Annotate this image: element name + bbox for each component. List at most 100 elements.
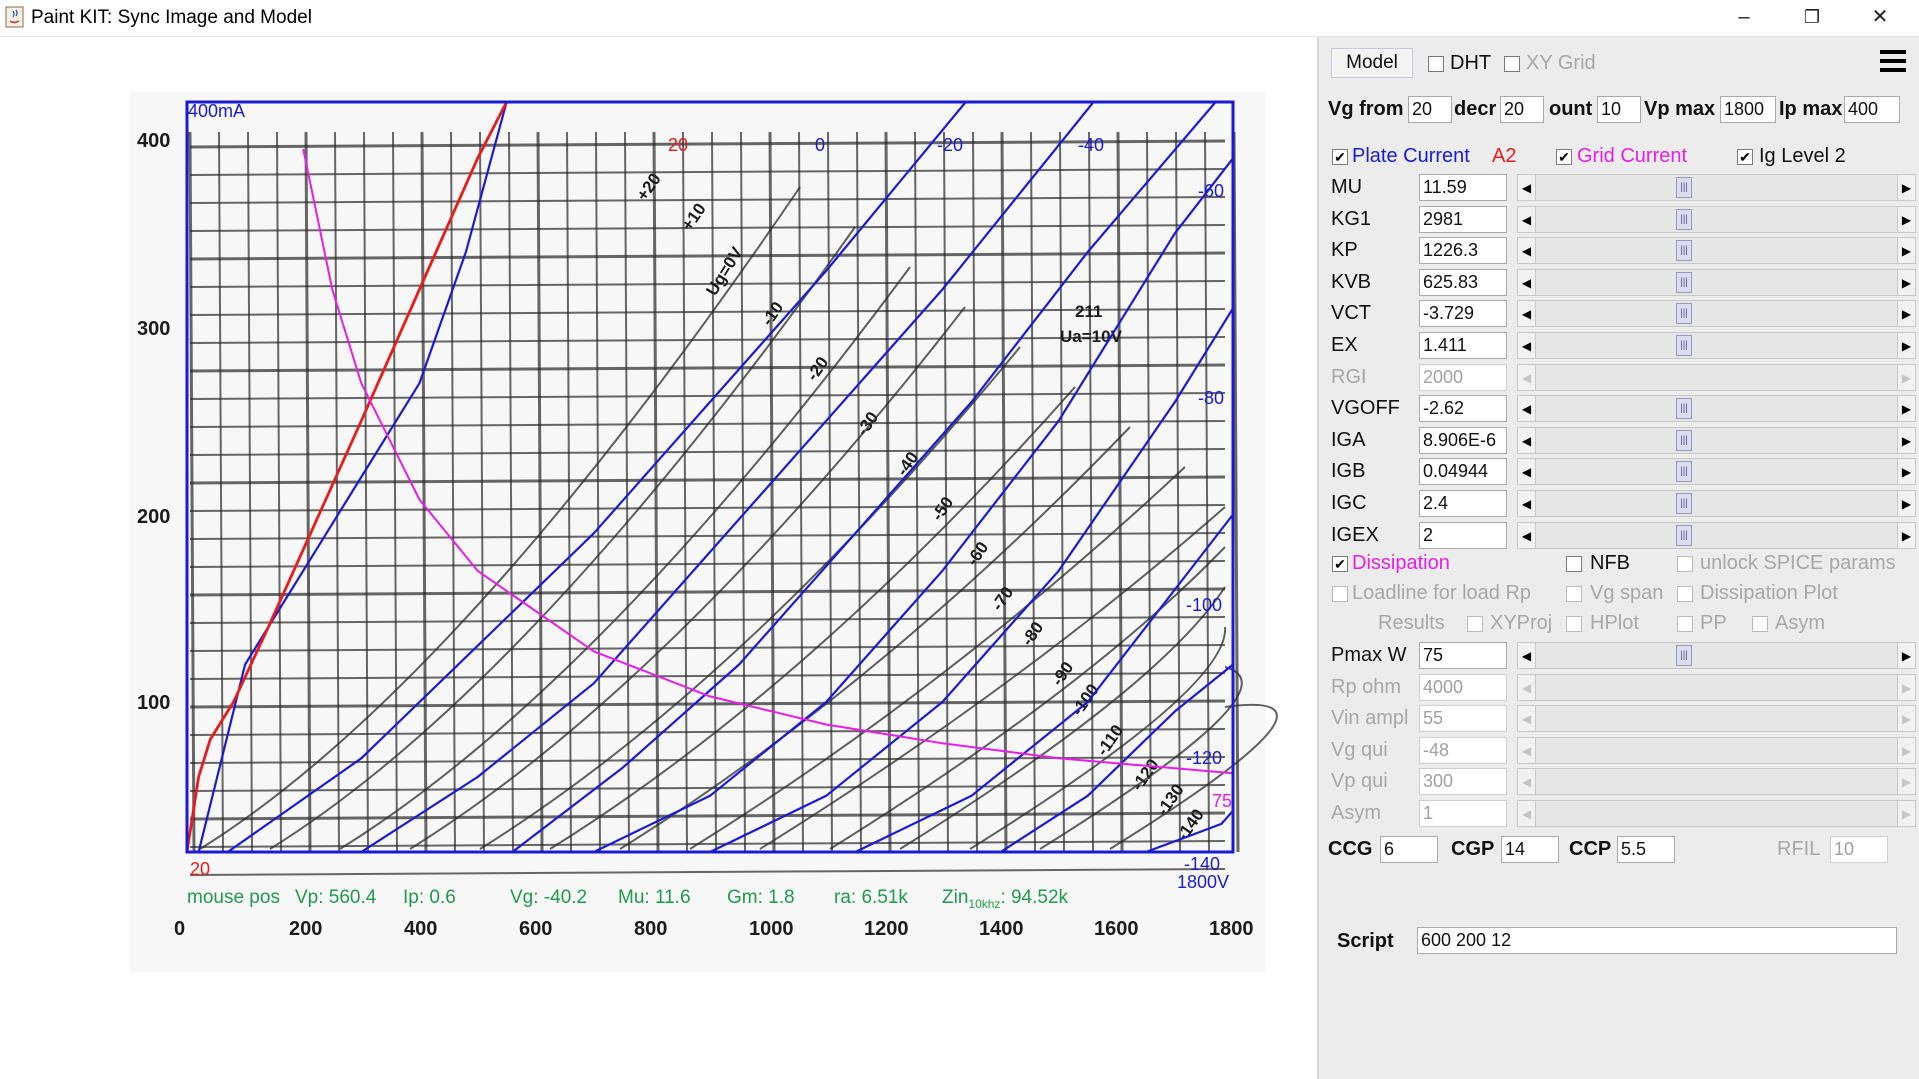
xy-grid-checkbox[interactable] [1504,56,1520,72]
slider-left-arrow-icon[interactable]: ◀ [1517,490,1536,517]
slider-left-arrow-icon[interactable]: ◀ [1517,426,1536,454]
param-slider[interactable]: ◀ ▶ [1517,705,1916,733]
dht-checkbox[interactable] [1428,56,1444,72]
param-input[interactable]: 300 [1419,768,1507,796]
slider-track[interactable]: ||| [1536,237,1897,265]
slider-right-arrow-icon[interactable]: ▶ [1897,642,1916,669]
slider-left-arrow-icon[interactable]: ◀ [1517,458,1536,486]
slider-left-arrow-icon[interactable]: ◀ [1517,205,1536,233]
slider-track[interactable] [1536,800,1897,827]
slider-left-arrow-icon[interactable]: ◀ [1517,332,1536,359]
ip-max-input[interactable]: 400 [1844,96,1900,123]
slider-track[interactable]: ||| [1536,268,1897,296]
slider-right-arrow-icon[interactable]: ▶ [1897,332,1916,359]
param-input[interactable]: 625.83 [1419,268,1507,296]
xyproj-checkbox[interactable] [1467,616,1483,632]
slider-thumb[interactable]: ||| [1676,303,1692,325]
slider-track[interactable]: ||| [1536,490,1897,517]
param-slider[interactable]: ◀ ||| ▶ [1517,458,1916,486]
slider-left-arrow-icon[interactable]: ◀ [1517,174,1536,201]
slider-right-arrow-icon[interactable]: ▶ [1897,300,1916,328]
dissipation-checkbox[interactable]: ✔ [1332,556,1348,572]
param-input[interactable]: -48 [1419,736,1507,764]
slider-right-arrow-icon[interactable]: ▶ [1897,458,1916,486]
param-slider[interactable]: ◀ ▶ [1517,363,1916,391]
loadline-checkbox[interactable] [1332,586,1348,602]
tube-curves-plot[interactable]: 4003002001000 200 400 600 800 1000 1200 1400 160… [0,37,1317,1079]
slider-right-arrow-icon[interactable]: ▶ [1897,736,1916,764]
ccp-input[interactable]: 5.5 [1617,836,1675,863]
slider-track[interactable] [1536,363,1897,391]
grid-current-checkbox[interactable]: ✔ [1556,149,1572,165]
param-slider[interactable]: ◀ ||| ▶ [1517,521,1916,549]
param-input[interactable]: 2 [1419,521,1507,549]
slider-right-arrow-icon[interactable]: ▶ [1897,268,1916,296]
slider-right-arrow-icon[interactable]: ▶ [1897,673,1916,701]
plate-current-checkbox[interactable]: ✔ [1332,149,1348,165]
slider-thumb[interactable]: ||| [1676,461,1692,483]
slider-track[interactable]: ||| [1536,521,1897,549]
slider-left-arrow-icon[interactable]: ◀ [1517,736,1536,764]
param-slider[interactable]: ◀ ||| ▶ [1517,268,1916,296]
slider-track[interactable]: ||| [1536,642,1897,669]
slider-track[interactable]: ||| [1536,395,1897,423]
param-slider[interactable]: ◀ ||| ▶ [1517,490,1916,517]
slider-thumb[interactable]: ||| [1676,493,1692,514]
rfil-input[interactable]: 10 [1830,836,1888,863]
vg-span-checkbox[interactable] [1566,586,1582,602]
param-slider[interactable]: ◀ ▶ [1517,768,1916,796]
param-input[interactable]: 75 [1419,642,1507,669]
restore-button[interactable]: ❐ [1778,0,1846,36]
vp-max-input[interactable]: 1800 [1720,96,1776,123]
param-slider[interactable]: ◀ ||| ▶ [1517,395,1916,423]
ig-level-checkbox[interactable]: ✔ [1737,149,1753,165]
slider-track[interactable] [1536,736,1897,764]
vg-from-input[interactable]: 20 [1408,96,1452,123]
slider-left-arrow-icon[interactable]: ◀ [1517,521,1536,549]
slider-left-arrow-icon[interactable]: ◀ [1517,642,1536,669]
param-input[interactable]: 55 [1419,705,1507,733]
param-slider[interactable]: ◀ ||| ▶ [1517,642,1916,669]
count-input[interactable]: 10 [1597,96,1641,123]
hplot-checkbox[interactable] [1566,616,1582,632]
slider-track[interactable]: ||| [1536,174,1897,201]
param-input[interactable]: -2.62 [1419,395,1507,423]
param-slider[interactable]: ◀ ||| ▶ [1517,205,1916,233]
slider-left-arrow-icon[interactable]: ◀ [1517,363,1536,391]
slider-right-arrow-icon[interactable]: ▶ [1897,490,1916,517]
slider-right-arrow-icon[interactable]: ▶ [1897,426,1916,454]
param-slider[interactable]: ◀ ▶ [1517,800,1916,827]
slider-track[interactable]: ||| [1536,426,1897,454]
slider-left-arrow-icon[interactable]: ◀ [1517,705,1536,733]
slider-left-arrow-icon[interactable]: ◀ [1517,268,1536,296]
param-input[interactable]: -3.729 [1419,300,1507,328]
slider-track[interactable] [1536,768,1897,796]
slider-thumb[interactable]: ||| [1676,524,1692,546]
asym-checkbox[interactable] [1752,616,1768,632]
menu-icon[interactable] [1880,50,1906,74]
slider-right-arrow-icon[interactable]: ▶ [1897,705,1916,733]
param-slider[interactable]: ◀ ||| ▶ [1517,174,1916,201]
slider-left-arrow-icon[interactable]: ◀ [1517,237,1536,265]
param-input[interactable]: 11.59 [1419,174,1507,201]
slider-right-arrow-icon[interactable]: ▶ [1897,205,1916,233]
plot-canvas[interactable]: 400 300 200 100 0 200 400 600 800 1000 1200 1400 160… [0,37,1319,1079]
nfb-checkbox[interactable] [1566,556,1582,572]
param-slider[interactable]: ◀ ▶ [1517,673,1916,701]
param-slider[interactable]: ◀ ||| ▶ [1517,237,1916,265]
slider-right-arrow-icon[interactable]: ▶ [1897,395,1916,423]
slider-right-arrow-icon[interactable]: ▶ [1897,237,1916,265]
slider-left-arrow-icon[interactable]: ◀ [1517,300,1536,328]
slider-track[interactable]: ||| [1536,332,1897,359]
dissipation-plot-checkbox[interactable] [1677,586,1693,602]
close-button[interactable]: ✕ [1846,0,1914,36]
slider-thumb[interactable]: ||| [1676,335,1692,356]
slider-track[interactable] [1536,705,1897,733]
slider-thumb[interactable]: ||| [1676,271,1692,293]
slider-left-arrow-icon[interactable]: ◀ [1517,395,1536,423]
param-input[interactable]: 2981 [1419,205,1507,233]
param-input[interactable]: 2.4 [1419,490,1507,517]
param-slider[interactable]: ◀ ||| ▶ [1517,426,1916,454]
slider-track[interactable] [1536,673,1897,701]
slider-thumb[interactable]: ||| [1676,645,1692,666]
